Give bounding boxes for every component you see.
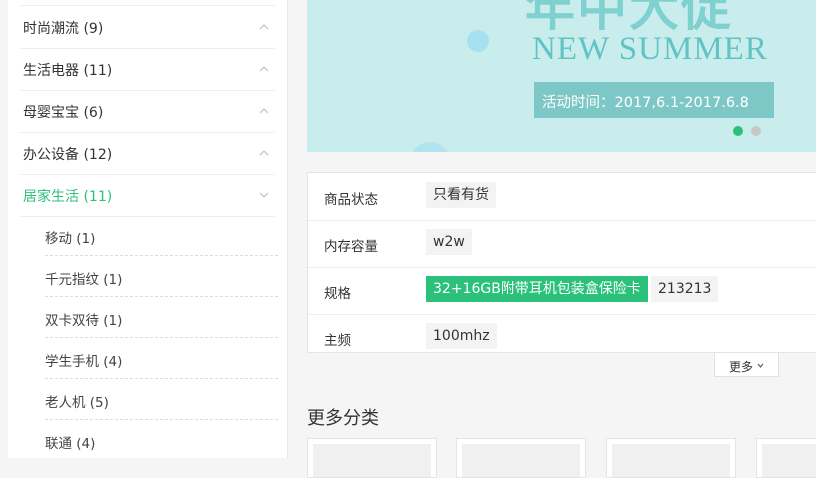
spec-row-spec: 规格 32+16GB附带耳机包装盒保险卡 213213 (308, 267, 816, 315)
category-label: 居家生活 (11) (23, 189, 113, 205)
spec-row-memory: 内存容量 w2w (308, 220, 816, 268)
subcategory-label: 老人机 (5) (45, 395, 109, 411)
category-item-fashion[interactable]: 时尚潮流 (9) (20, 6, 275, 49)
category-item-home-living[interactable]: 居家生活 (11) (20, 174, 275, 217)
banner-subtitle: NEW SUMMER (532, 31, 768, 67)
subcategory-item[interactable]: 老人机 (5) (45, 379, 278, 420)
category-sidebar: 时尚潮流 (9) 生活电器 (11) 母婴宝宝 (6) 办公设备 (12) 居家… (8, 0, 288, 458)
spec-option-selected[interactable]: 32+16GB附带耳机包装盒保险卡 (426, 276, 648, 302)
category-card[interactable] (307, 438, 437, 478)
subcategory-item[interactable]: 双卡双待 (1) (45, 297, 278, 338)
category-label: 办公设备 (12) (23, 147, 113, 163)
more-categories-title: 更多分类 (307, 408, 379, 429)
category-label: 时尚潮流 (9) (23, 21, 104, 37)
spec-filter-panel: 商品状态 只看有货 内存容量 w2w 规格 32+16GB附带耳机包装盒保险卡 … (307, 172, 816, 353)
spec-name: 规格 (324, 286, 351, 302)
chevron-up-icon (259, 108, 269, 114)
spec-option[interactable]: 只看有货 (426, 182, 496, 208)
category-label: 母婴宝宝 (6) (23, 105, 104, 121)
chevron-up-icon (259, 150, 269, 156)
spec-name: 商品状态 (324, 192, 378, 208)
more-label: 更多 (729, 360, 754, 374)
subcategory-label: 双卡双待 (1) (45, 313, 123, 329)
subcategory-label: 学生手机 (4) (45, 354, 123, 370)
spec-option[interactable]: 100mhz (426, 323, 497, 349)
category-card[interactable] (606, 438, 736, 478)
category-item-baby[interactable]: 母婴宝宝 (6) (20, 90, 275, 133)
chevron-up-icon (259, 66, 269, 72)
category-card[interactable] (456, 438, 586, 478)
carousel-dot[interactable] (751, 126, 761, 136)
decor-bubble (467, 30, 489, 52)
subcategory-item[interactable]: 移动 (1) (45, 215, 278, 256)
card-thumbnail (762, 444, 816, 477)
carousel-dot-active[interactable] (733, 126, 743, 136)
promo-banner[interactable]: 年中大促 NEW SUMMER 活动时间：2017,6.1-2017.6.8 (307, 0, 816, 152)
spec-option[interactable]: 213213 (651, 276, 719, 302)
category-item-appliances[interactable]: 生活电器 (11) (20, 48, 275, 91)
chevron-down-icon (757, 363, 764, 368)
banner-date-box: 活动时间：2017,6.1-2017.6.8 (534, 82, 774, 118)
banner-date-text: 活动时间：2017,6.1-2017.6.8 (542, 95, 749, 111)
more-options-button[interactable]: 更多 (714, 352, 779, 377)
subcategory-label: 联通 (4) (45, 436, 96, 452)
category-card[interactable] (756, 438, 816, 478)
subcategory-item[interactable]: 学生手机 (4) (45, 338, 278, 379)
spec-name: 主频 (324, 333, 351, 349)
spec-name: 内存容量 (324, 239, 378, 255)
card-thumbnail (313, 444, 431, 477)
spec-row-status: 商品状态 只看有货 (308, 173, 816, 221)
chevron-down-icon (259, 192, 269, 198)
card-thumbnail (462, 444, 580, 477)
decor-bubble (410, 142, 450, 152)
category-item-office[interactable]: 办公设备 (12) (20, 132, 275, 175)
chevron-up-icon (259, 24, 269, 30)
subcategory-label: 移动 (1) (45, 231, 96, 247)
subcategory-label: 千元指纹 (1) (45, 272, 123, 288)
subcategory-item[interactable]: 千元指纹 (1) (45, 256, 278, 297)
spec-option[interactable]: w2w (426, 229, 472, 255)
subcategory-item[interactable]: 联通 (4) (45, 420, 278, 460)
category-label: 生活电器 (11) (23, 63, 113, 79)
card-thumbnail (612, 444, 730, 477)
